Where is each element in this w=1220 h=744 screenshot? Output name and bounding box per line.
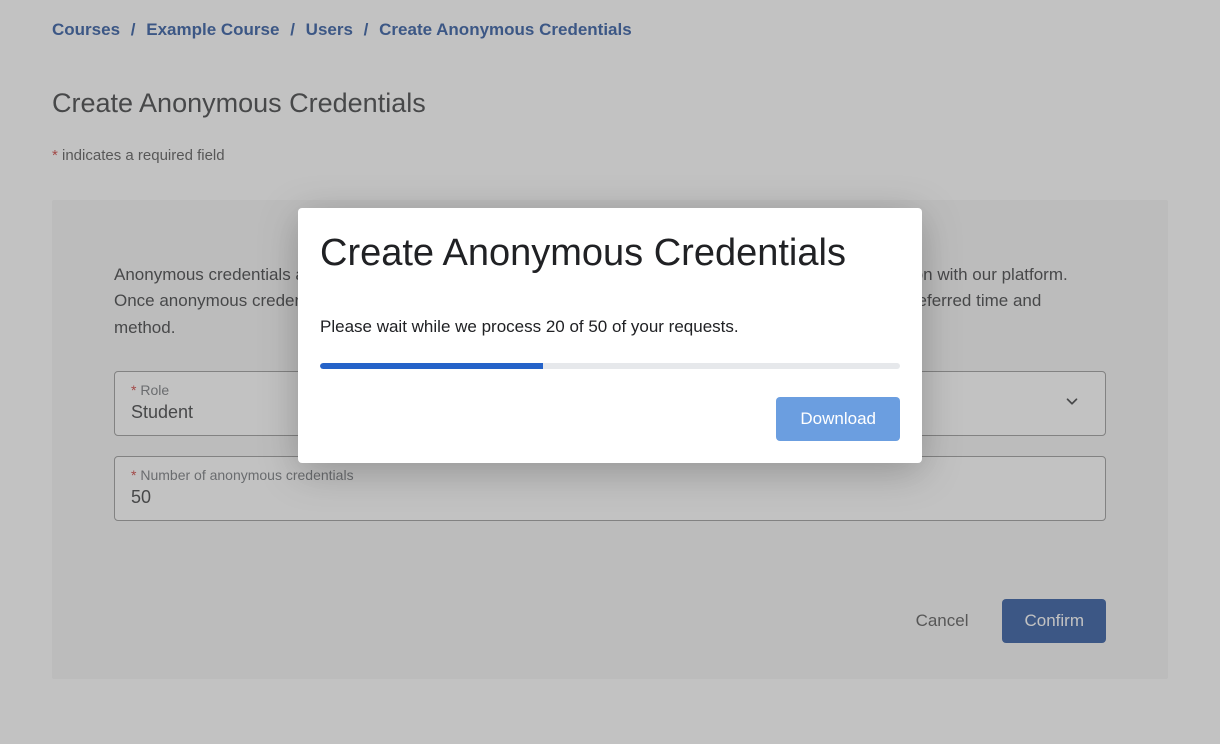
progress-modal: Create Anonymous Credentials Please wait… xyxy=(298,208,922,463)
modal-title: Create Anonymous Credentials xyxy=(320,232,900,275)
modal-actions: Download xyxy=(320,397,900,441)
progress-bar xyxy=(320,363,900,369)
download-button[interactable]: Download xyxy=(776,397,900,441)
progress-fill xyxy=(320,363,543,369)
modal-message: Please wait while we process 20 of 50 of… xyxy=(320,317,900,337)
modal-overlay[interactable]: Create Anonymous Credentials Please wait… xyxy=(0,0,1220,744)
